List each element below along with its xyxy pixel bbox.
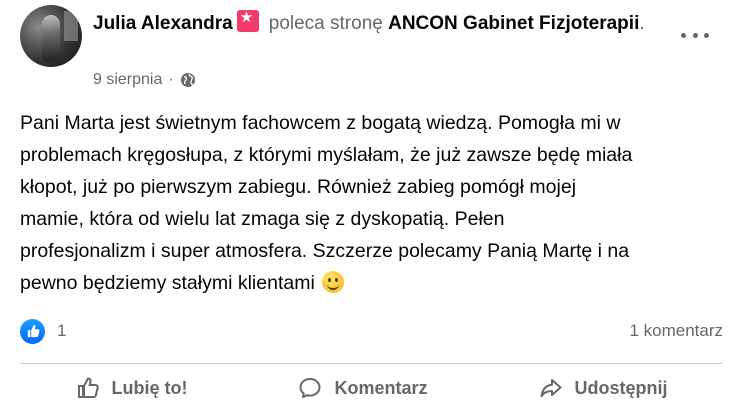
avatar-background — [64, 11, 78, 41]
meta-separator: · — [168, 71, 174, 88]
recommend-star-icon — [236, 7, 259, 32]
smiley-emoji — [322, 271, 345, 293]
thumbs-up-icon — [77, 377, 99, 398]
like-button-label: Lubię to! — [111, 377, 188, 398]
like-reaction-icon — [20, 318, 45, 344]
post-meta: 9 sierpnia · — [93, 71, 196, 89]
header-trailing-period: . — [639, 13, 645, 34]
post-date[interactable]: 9 sierpnia — [93, 71, 162, 89]
post-body: Pani Marta jest świetnym fachowcem z bog… — [20, 107, 720, 299]
post-action-text: poleca stronę — [268, 13, 383, 34]
more-options-icon[interactable] — [681, 30, 709, 40]
comments-count[interactable]: 1 komentarz — [629, 321, 723, 341]
author-name[interactable]: Julia Alexandra — [93, 13, 233, 34]
post-stats: 1 1 komentarz — [20, 316, 723, 346]
likes-count[interactable]: 1 — [57, 321, 66, 341]
page-name[interactable]: ANCON Gabinet Fizjoterapii — [388, 13, 639, 34]
comment-bubble-icon — [299, 378, 321, 398]
comment-button[interactable]: Komentarz — [282, 370, 443, 406]
share-button[interactable]: Udostępnij — [523, 370, 684, 406]
avatar-figure — [42, 15, 60, 61]
post-text: Pani Marta jest świetnym fachowcem z bog… — [20, 112, 633, 294]
share-arrow-icon — [540, 379, 561, 397]
globe-icon[interactable] — [180, 72, 196, 88]
author-avatar[interactable] — [20, 5, 82, 67]
comment-button-label: Komentarz — [334, 377, 428, 398]
actions-divider — [20, 363, 723, 364]
post-header: Julia Alexandra poleca stronę ANCON Gabin… — [93, 7, 653, 39]
like-button[interactable]: Lubię to! — [60, 370, 204, 406]
share-button-label: Udostępnij — [574, 377, 668, 398]
post-actions: Lubię to! Komentarz Udostępnij — [20, 366, 723, 410]
likes-summary[interactable]: 1 — [20, 318, 66, 344]
